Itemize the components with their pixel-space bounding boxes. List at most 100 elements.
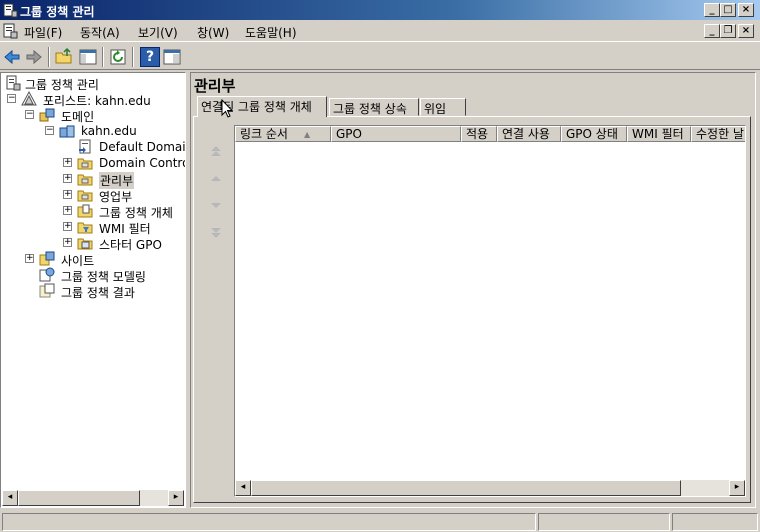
tree-item-ou-management[interactable]: + 관리부 xyxy=(63,171,185,189)
move-to-top-icon[interactable] xyxy=(208,143,224,159)
tree-item-wmi-filters[interactable]: + WMI 필터 xyxy=(63,219,185,236)
list-horizontal-scrollbar[interactable]: ◂ ▸ xyxy=(235,480,745,496)
scroll-left-button[interactable]: ◂ xyxy=(235,480,251,496)
expand-icon[interactable]: + xyxy=(63,190,72,199)
expand-icon[interactable]: + xyxy=(63,206,72,215)
domain-icon xyxy=(59,125,75,138)
col-gpo-status[interactable]: GPO 상태 xyxy=(561,126,627,142)
menu-window[interactable]: 창(W) xyxy=(197,24,229,41)
starter-gpo-folder-icon xyxy=(77,238,93,250)
window-title: 그룹 정책 관리 xyxy=(20,5,95,19)
expand-icon[interactable]: + xyxy=(63,238,72,247)
toolbar: ? xyxy=(0,43,760,70)
col-wmi-filter[interactable]: WMI 필터 xyxy=(627,126,691,142)
tab-linked-gpos[interactable]: 연결된 그룹 정책 개체 xyxy=(197,96,327,117)
toolbar-separator xyxy=(48,47,50,67)
expand-icon[interactable]: + xyxy=(63,222,72,231)
tab-delegation[interactable]: 위임 xyxy=(420,98,466,116)
toolbar-separator xyxy=(102,47,104,67)
back-arrow-icon[interactable] xyxy=(2,47,22,67)
tree-item-gp-results[interactable]: 그룹 정책 결과 xyxy=(25,283,185,300)
tree-item-gp-modeling[interactable]: 그룹 정책 모델링 xyxy=(25,267,185,284)
tree-item-domain-kahn[interactable]: − kahn.edu xyxy=(45,123,185,139)
expand-icon[interactable]: + xyxy=(63,174,72,183)
scroll-right-button[interactable]: ▸ xyxy=(729,480,745,496)
close-button[interactable]: × xyxy=(738,3,754,17)
collapse-icon[interactable]: − xyxy=(7,94,16,103)
tab-panel: 링크 순서 ▲ GPO 적용 연결 사용 GPO 상태 WMI 필터 수정한 날… xyxy=(193,116,751,503)
col-link-enabled[interactable]: 연결 사용 xyxy=(497,126,561,142)
up-folder-icon[interactable] xyxy=(54,47,74,67)
minimize-button[interactable]: _ xyxy=(704,3,720,17)
scroll-thumb[interactable] xyxy=(18,490,140,506)
mouse-cursor-icon xyxy=(221,99,234,118)
expand-icon[interactable]: + xyxy=(25,254,34,263)
col-link-order[interactable]: 링크 순서 ▲ xyxy=(235,126,331,142)
tree-item-domain-controllers[interactable]: + Domain Contro xyxy=(63,155,185,171)
properties-pane-icon[interactable] xyxy=(162,47,182,67)
col-link-order-label: 링크 순서 xyxy=(240,127,288,141)
forest-icon xyxy=(21,91,37,106)
doc-restore-button[interactable]: ❐ xyxy=(720,24,736,38)
tree-item-gpo-container[interactable]: + 그룹 정책 개체 xyxy=(63,203,185,220)
tree-item-ou-sales[interactable]: + 영업부 xyxy=(63,187,185,204)
menu-file[interactable]: 파일(F) xyxy=(24,24,62,41)
scroll-left-button[interactable]: ◂ xyxy=(2,490,18,506)
col-modified[interactable]: 수정한 날 xyxy=(691,126,745,142)
status-cell-tertiary xyxy=(672,513,758,531)
doc-close-button[interactable]: × xyxy=(738,24,754,38)
gpmc-app-icon xyxy=(3,3,18,18)
page-title: 관리부 xyxy=(194,77,236,95)
gpmc-root-icon xyxy=(6,75,21,91)
ou-folder-icon xyxy=(77,158,93,170)
move-down-icon[interactable] xyxy=(208,197,224,213)
ou-folder-icon xyxy=(77,190,93,202)
tree-item-label: kahn.edu xyxy=(81,124,137,138)
doc-minimize-button[interactable]: _ xyxy=(704,24,720,38)
menu-view[interactable]: 보기(V) xyxy=(138,24,178,41)
tree-item-label: Domain Contro xyxy=(99,156,186,170)
maximize-button[interactable]: □ xyxy=(720,3,736,17)
status-cell-secondary xyxy=(538,513,670,531)
scroll-right-button[interactable]: ▸ xyxy=(168,490,184,506)
move-to-bottom-icon[interactable] xyxy=(208,225,224,241)
move-up-icon[interactable] xyxy=(208,171,224,187)
title-bar: 그룹 정책 관리 _ □ × xyxy=(0,0,760,20)
sort-ascending-icon: ▲ xyxy=(304,130,311,139)
gpo-link-icon xyxy=(79,139,91,154)
details-pane: 관리부 연결된 그룹 정책 개체 그룹 정책 상속 위임 링크 순서 ▲ GPO… xyxy=(190,72,756,508)
tree-item-forest[interactable]: − 포리스트: kahn.edu xyxy=(7,91,185,108)
console-tree[interactable]: 그룹 정책 관리 − 포리스트: kahn.edu − 도메인 − kahn.e… xyxy=(0,72,186,508)
forward-arrow-icon[interactable] xyxy=(24,47,44,67)
tree-horizontal-scrollbar[interactable]: ◂ ▸ xyxy=(2,490,184,506)
console-doc-icon[interactable] xyxy=(2,23,18,39)
tab-gp-inheritance[interactable]: 그룹 정책 상속 xyxy=(329,98,419,116)
status-bar xyxy=(0,510,760,532)
tree-item-label: Default Domain xyxy=(99,140,186,154)
tree-item-sites[interactable]: + 사이트 xyxy=(25,251,185,268)
menu-help[interactable]: 도움말(H) xyxy=(245,24,297,41)
menu-bar: 파일(F) 동작(A) 보기(V) 창(W) 도움말(H) _ ❐ × xyxy=(0,20,760,42)
refresh-icon[interactable] xyxy=(108,47,128,67)
tree-item-gpmc-root[interactable]: 그룹 정책 관리 xyxy=(5,75,185,92)
col-gpo[interactable]: GPO xyxy=(331,126,461,142)
tree-item-domains[interactable]: − 도메인 xyxy=(25,107,185,124)
collapse-icon[interactable]: − xyxy=(45,126,54,135)
tree-item-default-domain[interactable]: Default Domain xyxy=(63,139,185,155)
col-enforced[interactable]: 적용 xyxy=(461,126,497,142)
tree-item-label: 그룹 정책 결과 xyxy=(61,286,135,300)
console-tree-icon[interactable] xyxy=(78,47,98,67)
expand-icon[interactable]: + xyxy=(63,158,72,167)
gpo-folder-icon xyxy=(77,204,93,218)
sites-icon xyxy=(39,251,55,266)
status-cell-main xyxy=(2,513,536,531)
menu-action[interactable]: 동작(A) xyxy=(80,24,120,41)
scroll-thumb[interactable] xyxy=(251,480,681,496)
tree-item-starter-gpo[interactable]: + 스타터 GPO xyxy=(63,235,185,252)
help-icon[interactable]: ? xyxy=(140,47,160,67)
domains-icon xyxy=(39,108,55,122)
collapse-icon[interactable]: − xyxy=(25,110,34,119)
linked-gpo-list[interactable]: 링크 순서 ▲ GPO 적용 연결 사용 GPO 상태 WMI 필터 수정한 날… xyxy=(234,125,746,497)
ou-folder-icon xyxy=(77,174,93,186)
results-icon xyxy=(39,283,55,298)
